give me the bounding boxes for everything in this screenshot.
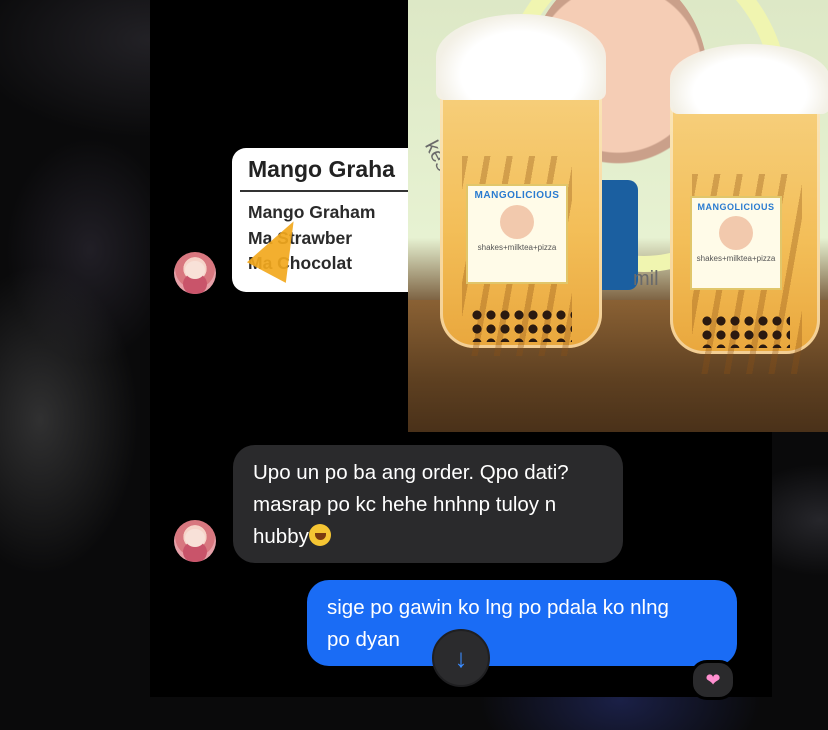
scroll-to-bottom-button[interactable]: ↓ [432, 629, 490, 687]
sender-avatar[interactable] [174, 252, 216, 294]
sender-avatar[interactable] [174, 520, 216, 562]
incoming-message-bubble[interactable]: Upo un po ba ang order. Qpo dati? masrap… [233, 445, 623, 563]
pink-heart-icon: ❤ [705, 669, 721, 690]
tapioca-pearls [470, 308, 572, 342]
rofl-emoji-icon [308, 524, 331, 546]
outgoing-message-bubble[interactable]: sige po gawin ko lng po pdala ko nlng po… [307, 580, 737, 666]
shared-drink-photo[interactable]: kes-f mil MANGOLICIOUS shakes+milktea+pi… [408, 0, 828, 432]
menu-item: Mango Graham [248, 202, 376, 222]
cup-label: MANGOLICIOUS shakes+milktea+pizza [466, 184, 568, 284]
message-text: sige po gawin ko lng po pdala ko nlng po… [327, 596, 669, 651]
tapioca-pearls [700, 314, 790, 348]
menu-divider [240, 190, 410, 192]
shared-menu-image[interactable]: Mango Graha Mango Graham Ma Strawber Ma … [232, 148, 410, 292]
heart-reaction-badge[interactable]: ❤ [690, 660, 736, 700]
poster-text: mil [633, 268, 659, 290]
whipped-cream-dome [670, 44, 828, 114]
label-kid-image [719, 216, 753, 250]
arrow-down-icon: ↓ [454, 642, 468, 673]
label-kid-image [500, 205, 534, 239]
menu-title: Mango Graha [248, 156, 395, 182]
cup-label: MANGOLICIOUS shakes+milktea+pizza [690, 196, 782, 290]
message-text: Upo un po ba ang order. Qpo dati? masrap… [253, 461, 569, 548]
whipped-cream-dome [436, 14, 606, 100]
